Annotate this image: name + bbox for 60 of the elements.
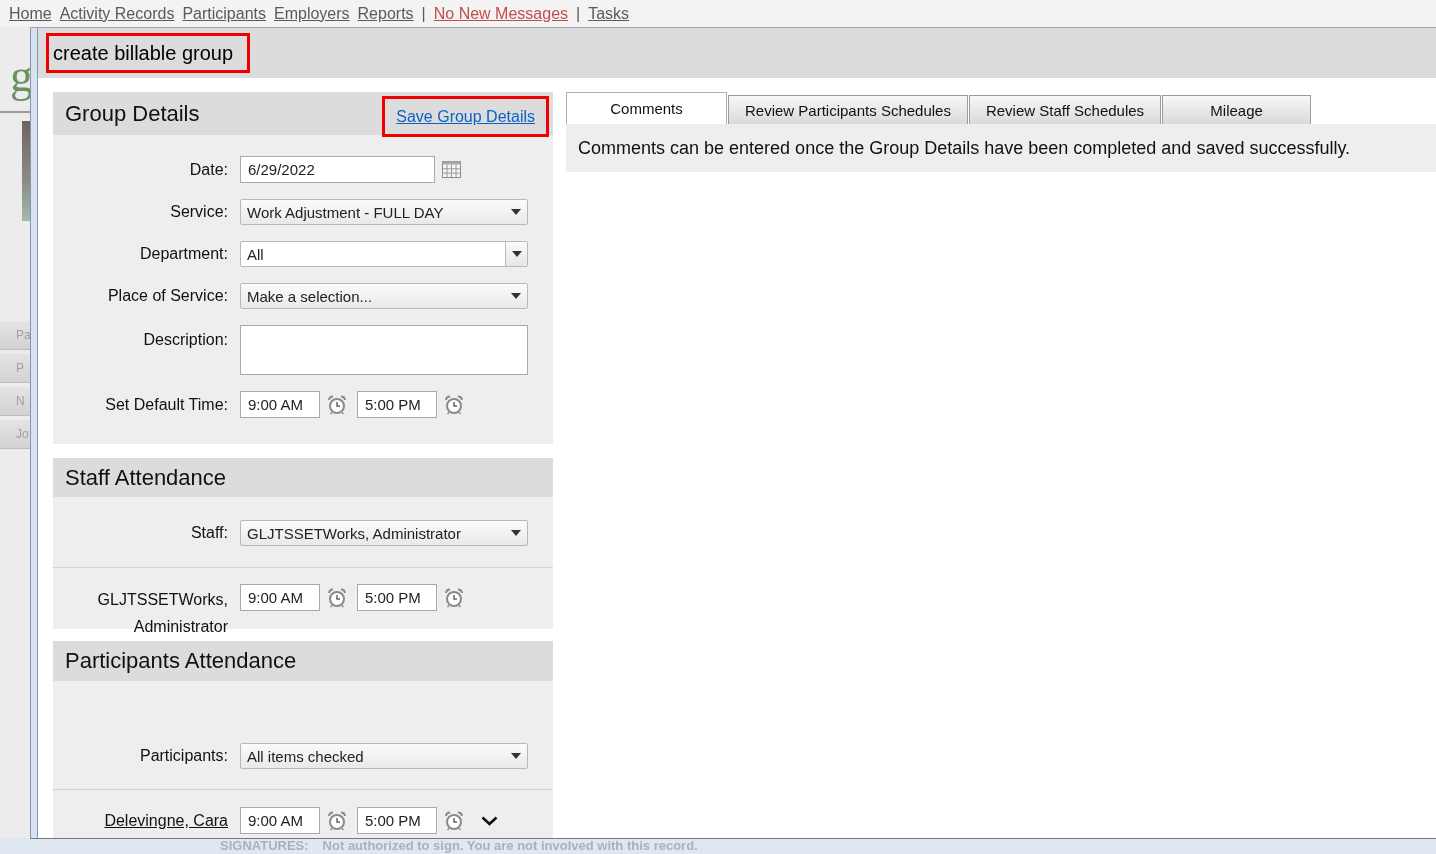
date-field[interactable]: 6/29/2022 bbox=[240, 156, 435, 183]
dropdown[interactable]: GLJTSSETWorks, Administrator bbox=[240, 520, 528, 546]
field-label: Department: bbox=[138, 245, 228, 263]
time-field[interactable]: 9:00 AM bbox=[240, 807, 320, 834]
field-label: Staff: bbox=[189, 524, 228, 542]
tab[interactable]: Review Participants Schedules bbox=[728, 95, 968, 124]
field-label: Place of Service: bbox=[106, 287, 228, 305]
time-field[interactable]: 5:00 PM bbox=[357, 807, 437, 834]
caret-icon bbox=[511, 251, 522, 257]
save-link[interactable]: Save Group Details bbox=[382, 96, 549, 137]
time-field[interactable]: 9:00 AM bbox=[240, 584, 320, 611]
section-title: Staff Attendance bbox=[65, 464, 227, 491]
alarm-clock-icon bbox=[327, 394, 347, 415]
field-label: Participants: bbox=[138, 747, 228, 765]
calendar-icon bbox=[442, 161, 461, 178]
table-cell: Jo bbox=[0, 420, 30, 449]
table-cell: N bbox=[0, 387, 30, 416]
field-label: Description: bbox=[142, 330, 228, 349]
nav-link[interactable]: Tasks bbox=[588, 4, 630, 23]
dialog-title: create billable group bbox=[46, 33, 251, 73]
nav-link[interactable]: Home bbox=[9, 4, 52, 23]
table-cell: P bbox=[0, 354, 30, 383]
chevron-down-icon bbox=[481, 815, 498, 826]
time-field[interactable]: 9:00 AM bbox=[240, 391, 320, 418]
nav-separator: | bbox=[576, 4, 581, 23]
caret-icon bbox=[511, 209, 521, 215]
combo-box[interactable]: All bbox=[240, 241, 528, 267]
nav-separator: | bbox=[421, 4, 426, 23]
time-field[interactable]: 5:00 PM bbox=[357, 584, 437, 611]
nav-link[interactable]: Activity Records bbox=[59, 4, 175, 23]
alarm-clock-icon bbox=[327, 810, 347, 831]
alarm-clock-icon bbox=[444, 810, 464, 831]
field-label: Set Default Time: bbox=[104, 395, 228, 414]
dropdown[interactable]: Work Adjustment - FULL DAY bbox=[240, 199, 528, 225]
description-field[interactable] bbox=[240, 325, 528, 375]
section-title: Group Details bbox=[65, 100, 200, 127]
dropdown-button[interactable] bbox=[505, 242, 527, 266]
staff-name: GLJTSSETWorks, Administrator bbox=[96, 590, 228, 637]
field-label: Date: bbox=[188, 160, 228, 179]
caret-icon bbox=[511, 530, 521, 536]
tab[interactable]: Comments bbox=[566, 92, 727, 124]
nav-link[interactable]: Employers bbox=[274, 4, 350, 23]
alarm-clock-icon bbox=[327, 587, 347, 608]
section-title: Participants Attendance bbox=[65, 648, 297, 674]
nav-link[interactable]: Participants bbox=[182, 4, 266, 23]
tab[interactable]: Review Staff Schedules bbox=[968, 95, 1162, 124]
caret-icon bbox=[511, 293, 521, 299]
nav-link[interactable]: Reports bbox=[357, 4, 414, 23]
dropdown[interactable]: Make a selection... bbox=[240, 283, 528, 309]
time-field[interactable]: 5:00 PM bbox=[357, 391, 437, 418]
caret-icon bbox=[511, 753, 521, 759]
participant-link[interactable]: Delevingne, Cara bbox=[104, 812, 228, 829]
field-label: Service: bbox=[169, 203, 228, 221]
table-cell: Pa bbox=[0, 321, 30, 350]
tab[interactable]: Mileage bbox=[1162, 95, 1312, 124]
dropdown[interactable]: All items checked bbox=[240, 743, 528, 769]
alarm-clock-icon bbox=[444, 587, 464, 608]
messages-link[interactable]: No New Messages bbox=[433, 4, 569, 23]
info-message: Comments can be entered once the Group Details have been completed and saved successfully. bbox=[578, 137, 1351, 159]
alarm-clock-icon bbox=[444, 394, 464, 415]
